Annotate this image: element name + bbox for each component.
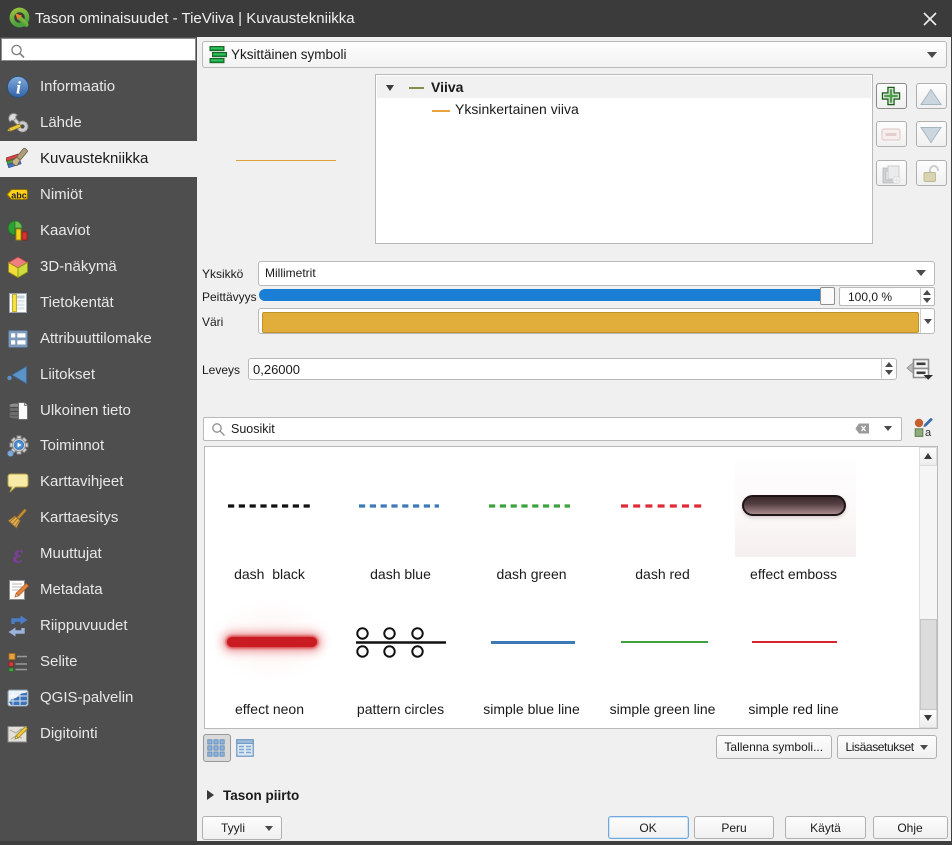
svg-text:abc: abc xyxy=(11,191,27,201)
svg-text:a: a xyxy=(924,427,931,437)
svg-text:i: i xyxy=(16,78,21,98)
svg-text:ε: ε xyxy=(13,542,24,566)
